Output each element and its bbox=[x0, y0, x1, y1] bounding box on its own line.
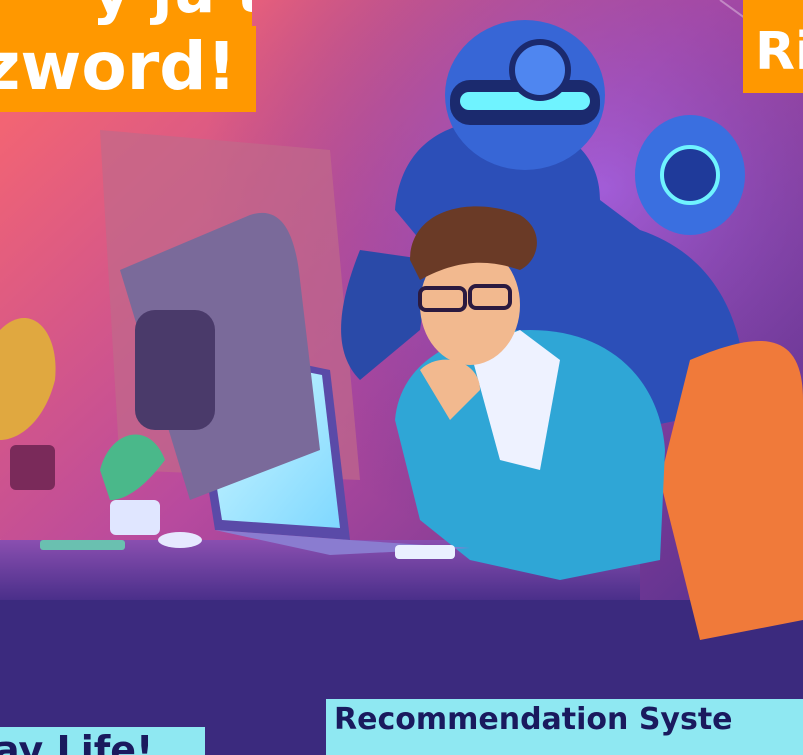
robot-and-developer-illustration bbox=[0, 0, 803, 755]
illustration-canvas: y ju t zword! Ri ay Life! Recommendation… bbox=[0, 0, 803, 755]
banner-buzzword: zword! bbox=[0, 26, 256, 112]
banner-top-right: Ri bbox=[743, 0, 803, 93]
banner-bottom-left: ay Life! bbox=[0, 727, 205, 755]
banner-recommendation-systems-text: Recommendation Syste bbox=[334, 702, 733, 737]
banner-buzzword-text: zword! bbox=[0, 28, 237, 105]
banner-recommendation-systems: Recommendation Syste bbox=[326, 699, 803, 755]
banner-bottom-left-text: ay Life! bbox=[0, 728, 154, 755]
banner-top-left: y ju t bbox=[0, 0, 252, 26]
banner-top-left-text: y ju t bbox=[92, 0, 252, 22]
banner-top-right-text: Ri bbox=[755, 22, 803, 82]
